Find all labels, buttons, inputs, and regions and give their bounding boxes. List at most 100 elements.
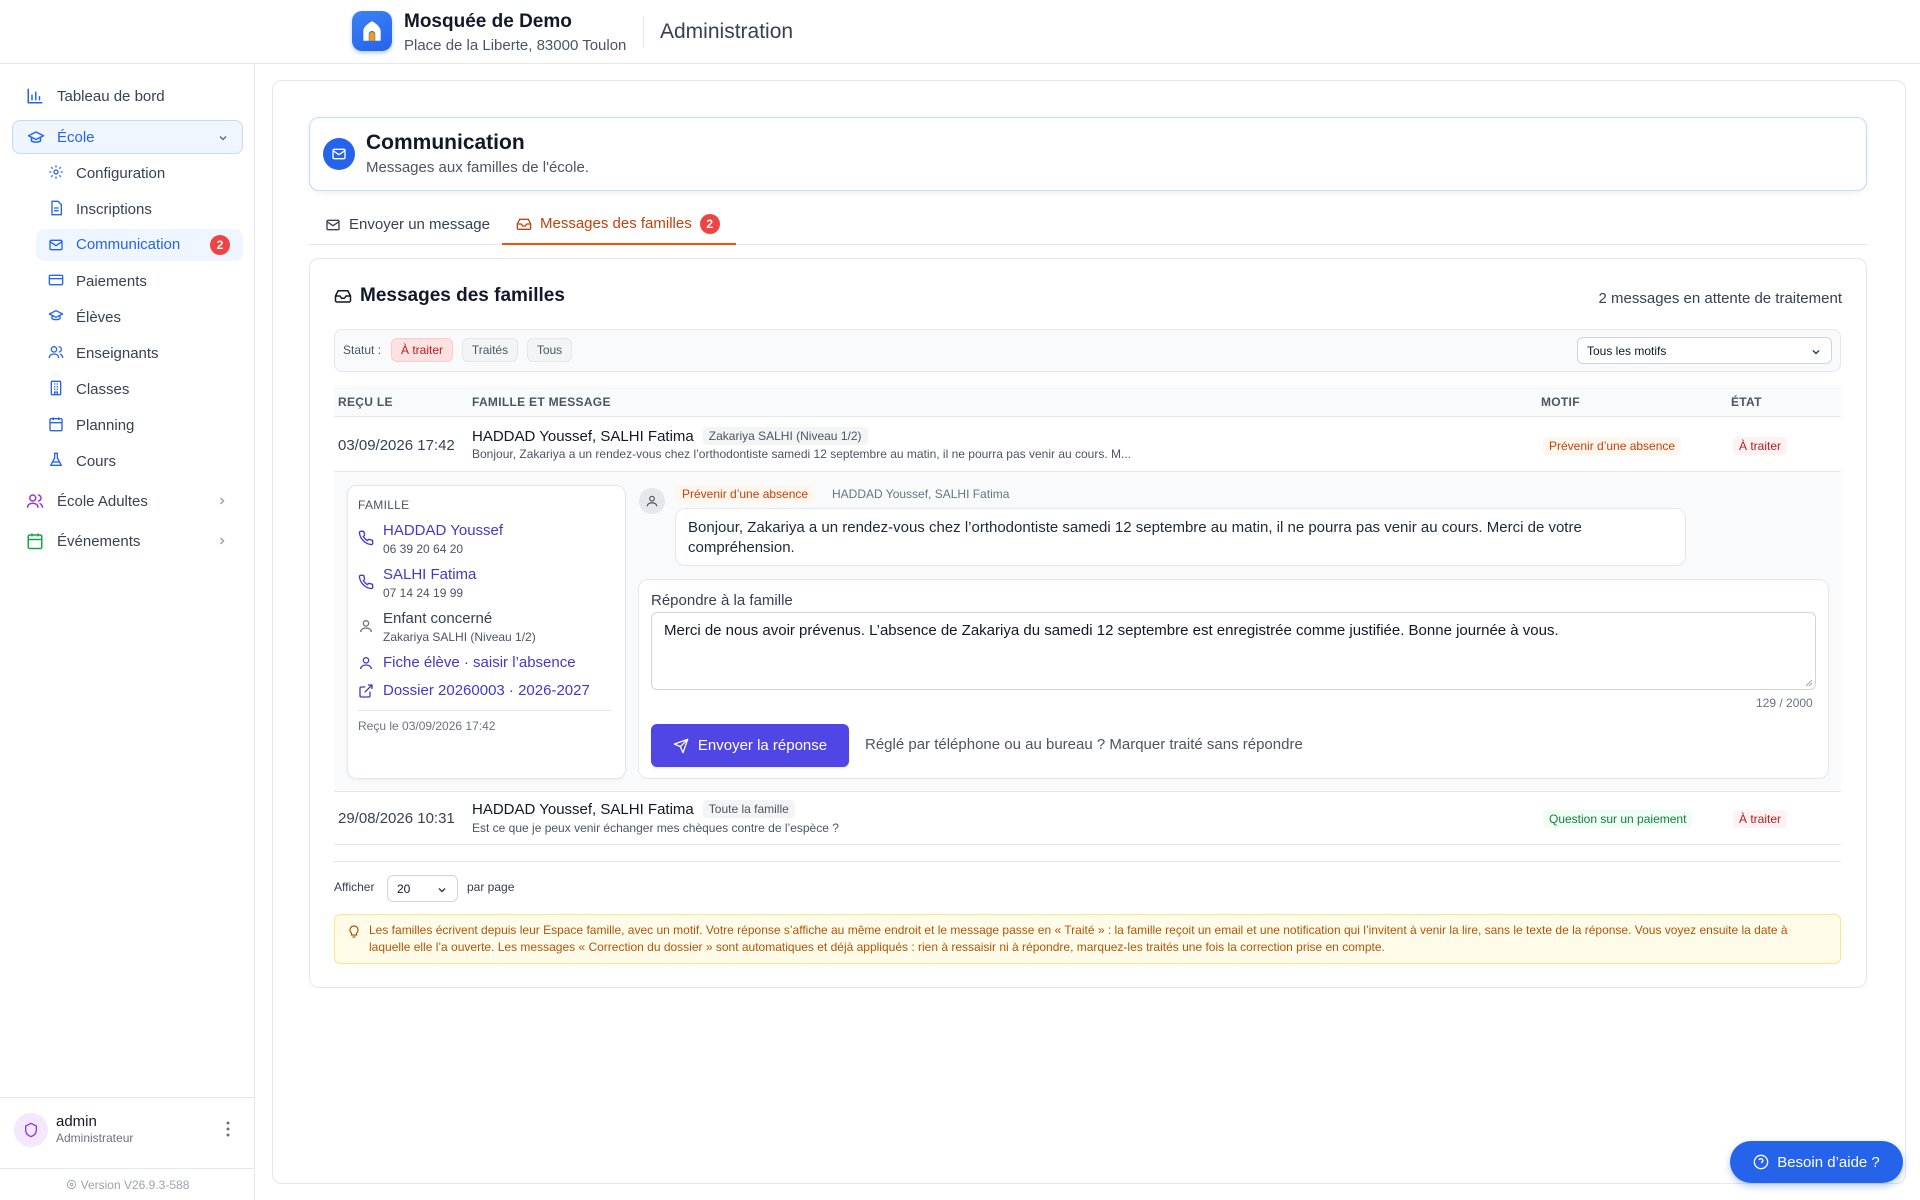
sidebar-item-label: Classes — [76, 381, 130, 398]
info-notice-text: Les familles écrivent depuis leur Espace… — [369, 923, 1788, 954]
calendar-icon — [49, 417, 63, 432]
row-family: HADDAD Youssef, SALHI Fatima Toute la fa… — [472, 800, 795, 818]
users-icon — [48, 346, 64, 359]
send-reply-label: Envoyer la réponse — [697, 737, 828, 754]
header-divider — [643, 17, 644, 47]
contact-name-link[interactable]: HADDAD Youssef — [383, 522, 503, 539]
message-sender: HADDAD Youssef, SALHI Fatima — [832, 487, 1010, 501]
phone-icon — [358, 530, 374, 546]
sidebar-item-dashboard[interactable]: Tableau de bord — [12, 80, 243, 112]
sidebar-item-label: Communication — [76, 236, 181, 253]
filter-tous[interactable]: Tous — [527, 338, 572, 362]
org-address: Place de la Liberte, 83000 Toulon — [404, 37, 627, 54]
sidebar-item-label: Paiements — [76, 273, 147, 290]
pagination-show-label: Afficher — [334, 880, 375, 894]
row-family-names: HADDAD Youssef, SALHI Fatima — [472, 800, 694, 818]
panel-title-text: Messages des familles — [360, 285, 565, 306]
sidebar-item-eleves[interactable]: Élèves — [36, 302, 243, 332]
top-bar — [0, 0, 1920, 64]
sidebar-item-label: Tableau de bord — [57, 88, 165, 105]
row-family-names: HADDAD Youssef, SALHI Fatima — [472, 427, 694, 445]
motif-badge: Question sur un paiement — [1543, 810, 1693, 828]
chevron-down-icon — [1812, 349, 1820, 355]
user-icon — [360, 657, 372, 670]
motif-select[interactable]: Tous les motifs — [1577, 337, 1832, 364]
section-title: Administration — [660, 20, 794, 43]
message-motif-badge: Prévenir d’une absence — [675, 485, 816, 503]
page-subtitle: Messages aux familles de l'école. — [366, 159, 589, 176]
sidebar-item-paiements[interactable]: Paiements — [36, 266, 243, 296]
sidebar-item-cours[interactable]: Cours — [36, 446, 243, 476]
tab-send-message[interactable]: Envoyer un message — [325, 204, 490, 245]
unread-badge: 2 — [210, 235, 230, 255]
per-page-value: 20 — [397, 881, 411, 896]
column-header-famille: FAMILLE ET MESSAGE — [472, 395, 611, 409]
sidebar-item-classes[interactable]: Classes — [36, 374, 243, 404]
resize-handle-icon[interactable] — [1805, 679, 1813, 687]
status-filter-label: Statut : — [343, 343, 382, 357]
sidebar-item-label: Élèves — [76, 309, 122, 326]
status-badge: À traiter — [1733, 810, 1788, 828]
sidebar-item-inscriptions[interactable]: Inscriptions — [36, 194, 243, 224]
help-label: Besoin d’aide ? — [1777, 1153, 1880, 1171]
chevron-right-icon — [219, 497, 225, 505]
sidebar-item-ecole[interactable]: École — [12, 120, 243, 154]
filter-a-traiter[interactable]: À traiter — [391, 338, 453, 362]
received-date: Reçu le 03/09/2026 17:42 — [358, 719, 496, 733]
sidebar-item-label: École — [57, 129, 95, 146]
sidebar-item-ecole-adultes[interactable]: École Adultes — [12, 485, 243, 517]
send-icon — [673, 738, 689, 753]
contact-phone: 06 39 20 64 20 — [383, 542, 464, 556]
tab-family-messages[interactable]: Messages des familles 2 — [502, 204, 736, 245]
flask-icon — [50, 452, 62, 466]
reply-text: Merci de nous avoir prévenus. L’absence … — [664, 622, 1559, 639]
sidebar-item-communication[interactable]: Communication 2 — [36, 229, 243, 261]
users-icon — [26, 494, 44, 508]
sidebar-item-configuration[interactable]: Configuration — [36, 158, 243, 188]
row-date: 03/09/2026 17:42 — [338, 437, 455, 454]
sidebar-item-evenements[interactable]: Événements — [12, 525, 243, 557]
status-badge: À traiter — [1733, 437, 1788, 455]
child-value: Zakariya SALHI (Niveau 1/2) — [383, 630, 536, 644]
user-name: admin — [56, 1113, 97, 1130]
chevron-down-icon — [438, 887, 446, 893]
sidebar-item-label: Cours — [76, 453, 117, 470]
calendar-icon — [27, 533, 43, 550]
student-record-link[interactable]: Fiche élève · saisir l’absence — [383, 654, 576, 671]
mark-handled-link[interactable]: Réglé par téléphone ou au bureau ? Marqu… — [865, 736, 1303, 753]
building-icon — [50, 380, 62, 396]
version-text: Version V26.9.3-588 — [80, 1177, 190, 1192]
filter-traites[interactable]: Traités — [462, 338, 518, 362]
user-icon — [639, 488, 665, 514]
tab-label: Messages des familles — [540, 215, 692, 232]
reply-textarea[interactable]: Merci de nous avoir prévenus. L’absence … — [651, 612, 1816, 690]
per-page-select[interactable]: 20 — [387, 875, 458, 902]
sidebar-item-enseignants[interactable]: Enseignants — [36, 338, 243, 368]
external-link-icon — [359, 684, 373, 698]
shield-icon — [14, 1113, 48, 1147]
more-vertical-icon[interactable] — [224, 1120, 232, 1138]
contact-name-link[interactable]: SALHI Fatima — [383, 566, 476, 583]
send-reply-button[interactable]: Envoyer la réponse — [651, 724, 849, 767]
row-date: 29/08/2026 10:31 — [338, 810, 455, 827]
sidebar-item-label: Enseignants — [76, 345, 159, 362]
tab-label: Envoyer un message — [349, 216, 490, 233]
graduation-cap-icon — [48, 310, 64, 321]
dossier-link[interactable]: Dossier 20260003 · 2026-2027 — [383, 682, 590, 699]
user-role: Administrateur — [56, 1131, 134, 1145]
row-excerpt: Est ce que je peux venir échanger mes ch… — [472, 821, 839, 835]
sidebar-item-planning[interactable]: Planning — [36, 410, 243, 440]
row-family: HADDAD Youssef, SALHI Fatima Zakariya SA… — [472, 427, 868, 445]
family-card-label: FAMILLE — [358, 498, 410, 512]
inbox-icon — [334, 290, 352, 303]
help-button[interactable]: Besoin d’aide ? — [1730, 1141, 1903, 1183]
lightbulb-icon — [349, 925, 359, 938]
contact-phone: 07 14 24 19 99 — [383, 586, 464, 600]
reply-label: Répondre à la famille — [651, 592, 793, 609]
mail-icon — [49, 239, 63, 251]
chevron-down-icon — [219, 135, 227, 141]
gear-icon — [66, 1179, 76, 1190]
panel-title: Messages des familles — [334, 285, 565, 307]
page-header: Communication Messages aux familles de l… — [309, 117, 1867, 191]
bar-chart-icon — [27, 88, 43, 104]
